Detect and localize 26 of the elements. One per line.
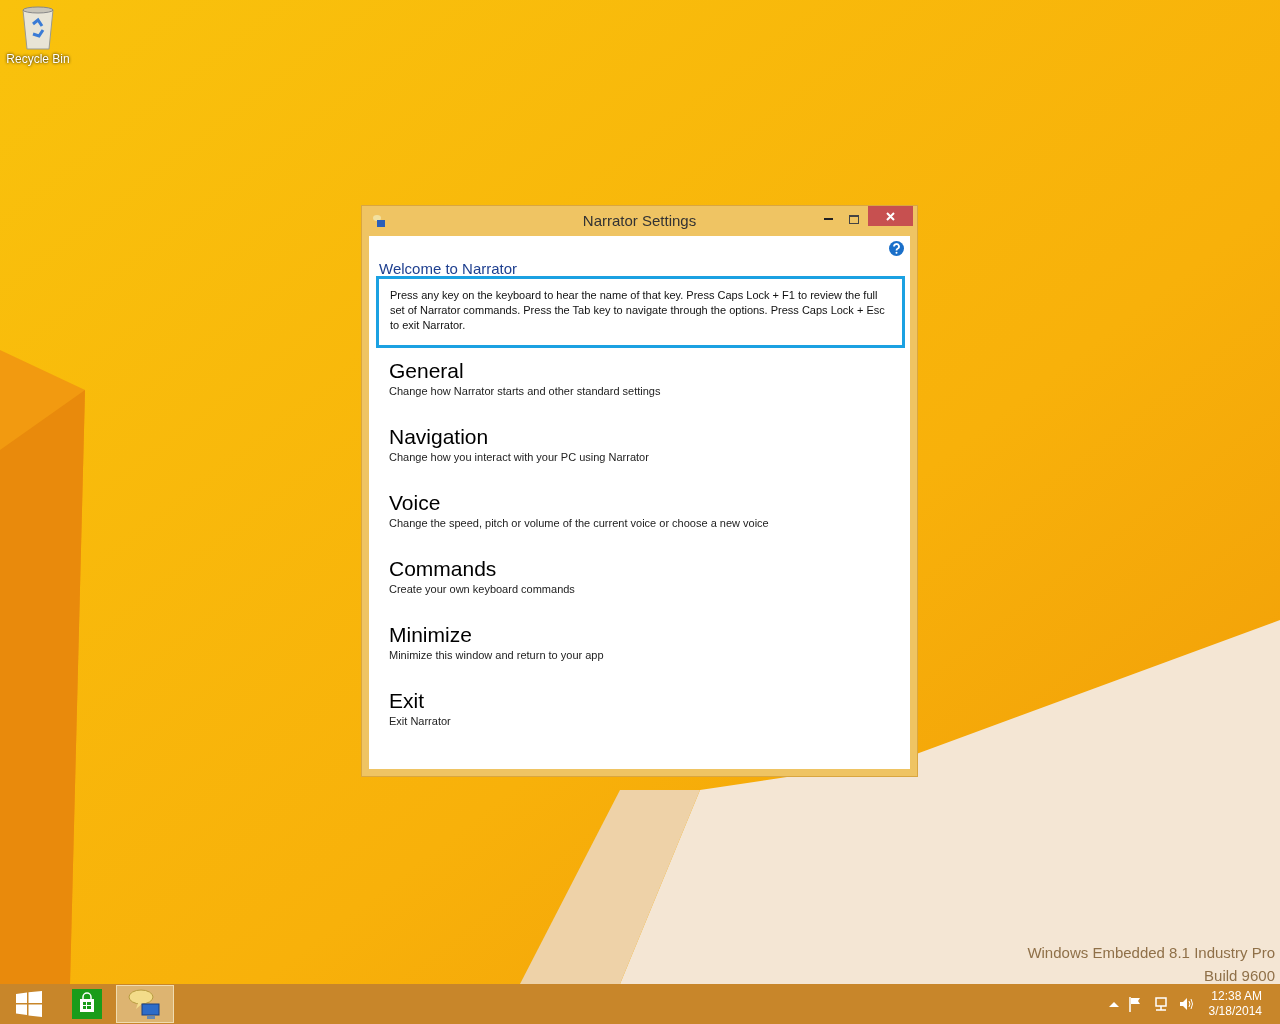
window-title: Narrator Settings (581, 210, 698, 231)
shopping-bag-icon (72, 989, 102, 1019)
settings-link[interactable]: Minimize Minimize this window and return to your app (389, 622, 769, 688)
settings-link[interactable]: General Change how Narrator starts and other standard settings (389, 358, 769, 424)
taskbar-button[interactable] (116, 985, 174, 1023)
windows-logo-icon (16, 991, 42, 1017)
edition-text: Windows Embedded 8.1 Industry Pro (1027, 943, 1275, 963)
close-icon (886, 211, 895, 221)
settings-link[interactable]: Exit Exit Narrator (389, 688, 769, 754)
maximize-icon (849, 214, 859, 224)
app-icon (372, 214, 386, 228)
settings-link[interactable]: Voice Change the speed, pitch or volume of the current voice or choose a new voice (389, 490, 769, 556)
welcome-heading: Welcome to Narrator (379, 260, 518, 278)
help-icon[interactable] (889, 241, 904, 256)
edition-text: Build 9600 (1204, 966, 1275, 986)
intro-paragraph: Press any key on the keyboard to hear the name of that key. Press Caps Lock + F1 to review the full set of Narrator commands. Press the Tab key to navigate through the options. Press Caps Lock + Esc to exit Narrator. (390, 288, 886, 333)
settings-link[interactable]: Navigation Change how you interact with your PC using Narrator (389, 424, 769, 490)
minimize-icon (823, 218, 833, 220)
flag-icon[interactable] (1128, 996, 1143, 1012)
network-icon[interactable] (1152, 996, 1169, 1012)
recycle-bin-icon (21, 6, 55, 50)
close-button[interactable] (868, 206, 913, 226)
speech-bubble-monitor-icon (128, 988, 162, 1020)
settings-link[interactable]: Commands Create your own keyboard commands (389, 556, 769, 622)
show-hidden-icons-icon[interactable] (1108, 1001, 1119, 1007)
speaker-icon[interactable] (1178, 996, 1195, 1012)
